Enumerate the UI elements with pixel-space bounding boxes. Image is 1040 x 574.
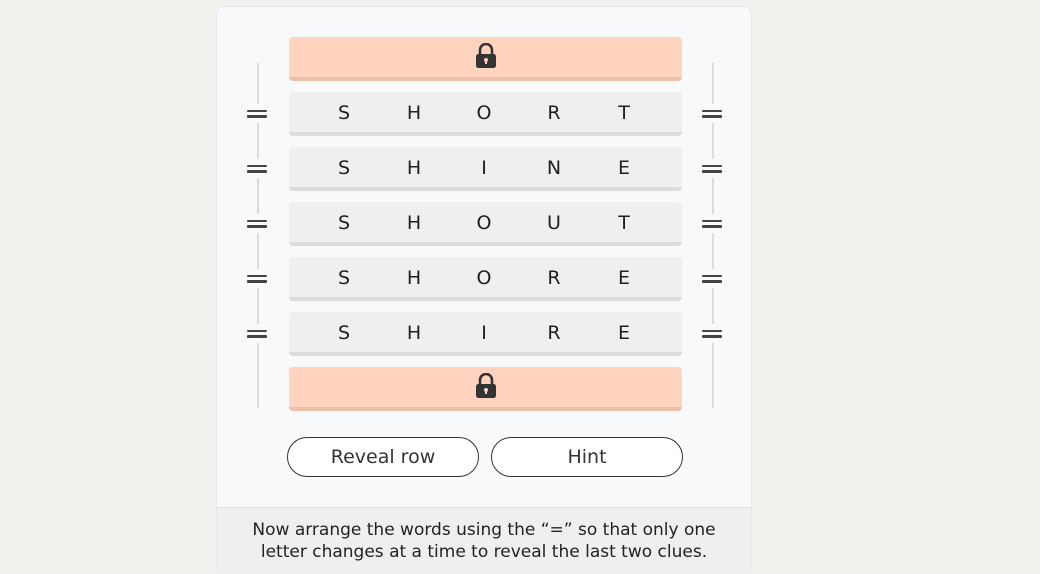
lock-icon [476, 373, 496, 398]
reveal-row-button[interactable]: Reveal row [287, 437, 479, 477]
drag-handle-icon[interactable] [247, 104, 267, 123]
puzzle-card: S H O R T S H I N E S H O U T S H O R E … [216, 6, 752, 574]
letter-tile: R [547, 267, 561, 289]
letter-tile: O [476, 212, 492, 234]
locked-row-top [289, 37, 682, 81]
word-row[interactable]: S H O R T [289, 92, 682, 136]
locked-row-bottom [289, 367, 682, 411]
letter-tile: H [406, 267, 422, 289]
instructions: Now arrange the words using the “=” so t… [217, 507, 751, 574]
letter-tile: I [481, 322, 487, 344]
drag-handle-icon[interactable] [702, 214, 722, 233]
letter-tile: E [617, 267, 630, 289]
word-row[interactable]: S H I N E [289, 147, 682, 191]
letter-tile: S [337, 267, 351, 289]
drag-handle-icon[interactable] [247, 214, 267, 233]
letter-tile: S [337, 322, 351, 344]
drag-handle-icon[interactable] [247, 269, 267, 288]
letter-tile: E [617, 322, 630, 344]
letter-tile: N [546, 157, 562, 179]
letter-tile: H [406, 157, 422, 179]
letter-tile: H [406, 102, 422, 124]
letter-tile: R [547, 102, 561, 124]
letter-tile: U [547, 212, 561, 234]
letter-tile: O [476, 102, 492, 124]
letter-tile: I [481, 157, 487, 179]
letter-tile: E [617, 157, 630, 179]
word-row[interactable]: S H O U T [289, 202, 682, 246]
instructions-line-1: Now arrange the words using the “=” so t… [252, 520, 716, 540]
drag-handle-icon[interactable] [247, 324, 267, 343]
hint-button[interactable]: Hint [491, 437, 683, 477]
lock-icon [476, 43, 496, 68]
letter-tile: S [337, 157, 351, 179]
letter-tile: H [406, 212, 422, 234]
drag-handle-icon[interactable] [702, 269, 722, 288]
drag-handle-icon[interactable] [702, 324, 722, 343]
letter-tile: T [618, 102, 630, 124]
drag-handle-icon[interactable] [247, 159, 267, 178]
instructions-line-2: letter changes at a time to reveal the l… [260, 542, 708, 562]
letter-tile: S [337, 212, 351, 234]
word-row[interactable]: S H O R E [289, 257, 682, 301]
letter-tile: S [337, 102, 351, 124]
letter-tile: R [547, 322, 561, 344]
letter-tile: H [406, 322, 422, 344]
letter-tile: O [476, 267, 492, 289]
letter-tile: T [618, 212, 630, 234]
word-row[interactable]: S H I R E [289, 312, 682, 356]
drag-handle-icon[interactable] [702, 104, 722, 123]
drag-handle-icon[interactable] [702, 159, 722, 178]
